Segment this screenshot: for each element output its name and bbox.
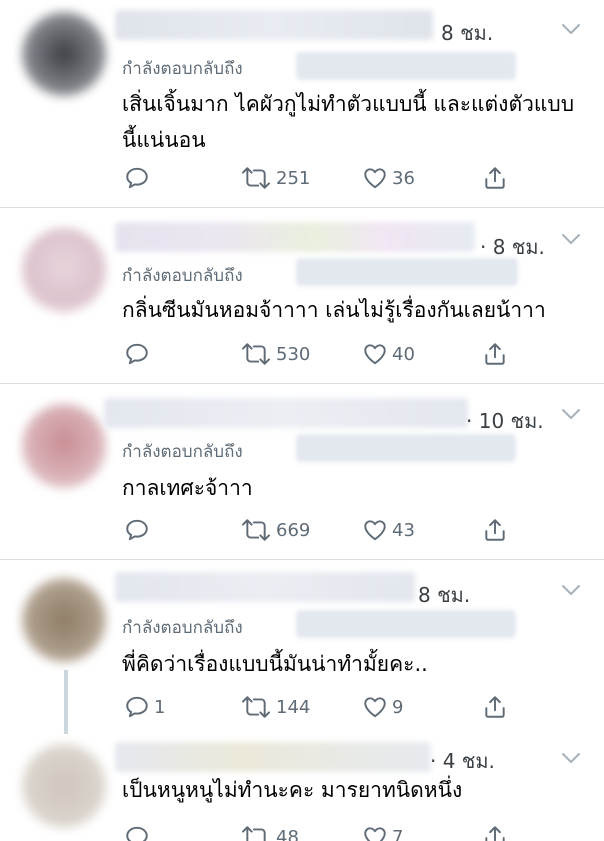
reply-button[interactable] — [124, 515, 154, 545]
tweet-item[interactable]: · 8 ชม. กำลังตอบกลับถึง กลิ่นซีนมันหอมจ้… — [0, 208, 604, 384]
username-redacted[interactable] — [104, 398, 468, 428]
like-button[interactable]: 7 — [362, 822, 403, 841]
retweet-icon — [240, 341, 272, 367]
like-button[interactable]: 9 — [362, 692, 403, 722]
tweet-item[interactable]: 8 ชม. กำลังตอบกลับถึง เสิ่นเจิ้นมาก ไคผั… — [0, 0, 604, 208]
tweet-actions: 251 36 — [122, 163, 522, 193]
tweet-text: กลิ่นซีนมันหอมจ้าาาา เล่นไม่รู้เรื่องกัน… — [122, 298, 546, 322]
reply-icon — [124, 517, 150, 543]
retweet-count: 251 — [276, 167, 311, 189]
chevron-down-icon[interactable] — [560, 750, 582, 766]
replying-to-handle-redacted[interactable] — [296, 434, 516, 462]
tweet-item[interactable]: 8 ชม. กำลังตอบกลับถึง พี่คิดว่าเรื่องแบบ… — [0, 560, 604, 734]
retweet-button[interactable]: 144 — [240, 692, 310, 722]
share-button[interactable] — [482, 822, 508, 841]
avatar[interactable] — [22, 578, 106, 662]
timestamp: · 10 ชม. — [466, 409, 544, 433]
share-button[interactable] — [482, 163, 508, 193]
like-icon — [362, 341, 388, 367]
reply-count: 1 — [154, 696, 166, 718]
username-redacted[interactable] — [115, 572, 415, 602]
timestamp: 8 ชม. — [418, 583, 471, 607]
share-icon — [482, 694, 508, 720]
share-button[interactable] — [482, 692, 508, 722]
like-count: 7 — [392, 826, 404, 841]
like-count: 43 — [392, 519, 415, 541]
retweet-button[interactable]: 48 — [240, 822, 299, 841]
like-count: 9 — [392, 696, 404, 718]
tweet-actions: 48 7 — [122, 822, 522, 841]
tweet-text: กาลเทศะจ้าาา — [122, 476, 253, 500]
reply-icon — [124, 824, 150, 841]
tweet-actions: 1 144 9 — [122, 692, 522, 722]
tweet-item[interactable]: · 10 ชม. กำลังตอบกลับถึง กาลเทศะจ้าาา 66… — [0, 384, 604, 560]
chevron-down-icon[interactable] — [560, 21, 582, 37]
reply-icon — [124, 341, 150, 367]
tweet-feed: 8 ชม. กำลังตอบกลับถึง เสิ่นเจิ้นมาก ไคผั… — [0, 0, 604, 841]
retweet-count: 530 — [276, 343, 311, 365]
retweet-count: 48 — [276, 826, 299, 841]
tweet-text: เป็นหนูหนูไม่ทำนะคะ มารยาทนิดหนึ่ง — [122, 778, 463, 802]
like-icon — [362, 517, 388, 543]
like-icon — [362, 824, 388, 841]
replying-to-label: กำลังตอบกลับถึง — [122, 442, 243, 462]
chevron-down-icon[interactable] — [560, 406, 582, 422]
replying-to-handle-redacted[interactable] — [296, 258, 518, 286]
share-button[interactable] — [482, 339, 508, 369]
tweet-text: เสิ่นเจิ้นมาก ไคผัวกูไม่ทำตัวแบบนี้ และแ… — [122, 92, 575, 152]
avatar[interactable] — [22, 228, 106, 312]
reply-button[interactable]: 1 — [124, 692, 165, 722]
tweet-actions: 530 40 — [122, 339, 522, 369]
timestamp: 8 ชม. — [441, 21, 494, 45]
retweet-icon — [240, 694, 272, 720]
username-redacted[interactable] — [115, 10, 433, 40]
retweet-count: 669 — [276, 519, 311, 541]
like-icon — [362, 165, 388, 191]
avatar[interactable] — [22, 744, 106, 828]
reply-button[interactable] — [124, 339, 154, 369]
replying-to-handle-redacted[interactable] — [296, 52, 516, 80]
like-button[interactable]: 40 — [362, 339, 415, 369]
retweet-icon — [240, 517, 272, 543]
tweet-text: พี่คิดว่าเรื่องแบบนี้มันน่าทำมั้ยคะ.. — [122, 652, 428, 676]
retweet-count: 144 — [276, 696, 311, 718]
reply-icon — [124, 694, 150, 720]
retweet-button[interactable]: 251 — [240, 163, 310, 193]
tweet-actions: 669 43 — [122, 515, 522, 545]
replying-to-label: กำลังตอบกลับถึง — [122, 618, 243, 638]
like-count: 40 — [392, 343, 415, 365]
username-redacted[interactable] — [115, 742, 431, 772]
username-redacted[interactable] — [115, 222, 475, 252]
retweet-icon — [240, 165, 272, 191]
replying-to-handle-redacted[interactable] — [296, 610, 516, 638]
chevron-down-icon[interactable] — [560, 582, 582, 598]
share-icon — [482, 165, 508, 191]
chevron-down-icon[interactable] — [560, 231, 582, 247]
reply-icon — [124, 165, 150, 191]
retweet-button[interactable]: 530 — [240, 339, 310, 369]
like-icon — [362, 694, 388, 720]
share-icon — [482, 341, 508, 367]
replying-to-label: กำลังตอบกลับถึง — [122, 59, 243, 79]
retweet-button[interactable]: 669 — [240, 515, 310, 545]
share-icon — [482, 824, 508, 841]
like-button[interactable]: 43 — [362, 515, 415, 545]
reply-button[interactable] — [124, 822, 154, 841]
reply-button[interactable] — [124, 163, 154, 193]
tweet-item[interactable]: · 4 ชม. เป็นหนูหนูไม่ทำนะคะ มารยาทนิดหนึ… — [0, 734, 604, 841]
share-icon — [482, 517, 508, 543]
avatar[interactable] — [22, 12, 106, 96]
replying-to-label: กำลังตอบกลับถึง — [122, 266, 243, 286]
avatar[interactable] — [22, 404, 106, 488]
like-count: 36 — [392, 167, 415, 189]
share-button[interactable] — [482, 515, 508, 545]
like-button[interactable]: 36 — [362, 163, 415, 193]
retweet-icon — [240, 824, 272, 841]
thread-connector — [64, 670, 68, 734]
